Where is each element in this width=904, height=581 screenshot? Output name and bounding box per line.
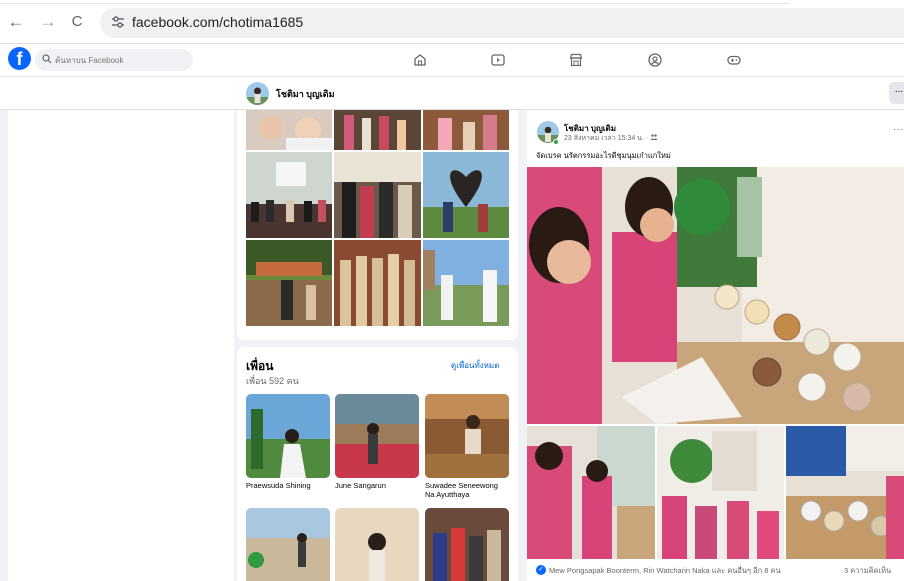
friend-photo[interactable]: [335, 508, 419, 581]
reactions-summary[interactable]: Mew Pongsapak Boonterm, Rin Watcharin Na…: [549, 565, 781, 577]
photo-thumbnail[interactable]: [423, 240, 509, 326]
friends-card: เพื่อน เพื่อน 592 คน ดูเพื่อนทั้งหมด Pra…: [237, 347, 518, 581]
friend-photo[interactable]: [246, 394, 330, 478]
marketplace-icon[interactable]: [568, 52, 584, 68]
more-options-button[interactable]: ...: [889, 82, 904, 104]
friend-name[interactable]: June Sangarun: [335, 481, 419, 490]
friend-tile[interactable]: [246, 508, 330, 581]
like-icon[interactable]: ✓: [536, 565, 546, 575]
post-image[interactable]: [786, 426, 904, 559]
post-image[interactable]: [657, 426, 784, 559]
facebook-logo[interactable]: f: [8, 47, 31, 70]
see-all-friends-link[interactable]: ดูเพื่อนทั้งหมด: [451, 359, 499, 372]
facebook-navbar: f: [0, 44, 904, 77]
reload-icon[interactable]: C: [67, 12, 87, 32]
url-text: facebook.com/chotima1685: [132, 14, 304, 30]
friend-photo[interactable]: [335, 394, 419, 478]
forward-icon[interactable]: →: [38, 12, 58, 32]
back-icon[interactable]: ←: [6, 12, 26, 32]
groups-icon[interactable]: [647, 52, 663, 68]
site-settings-icon[interactable]: [110, 14, 126, 30]
friend-photo[interactable]: [425, 394, 509, 478]
photo-thumbnail[interactable]: [334, 240, 421, 326]
photo-thumbnail[interactable]: [423, 110, 509, 150]
reactions-bar: ✓ Mew Pongsapak Boonterm, Rin Watcharin …: [527, 561, 904, 581]
photo-thumbnail[interactable]: [246, 240, 332, 326]
post-more-icon[interactable]: ···: [893, 124, 903, 135]
profile-name[interactable]: โชติมา บุญเดิม: [276, 87, 335, 101]
friend-photo[interactable]: [425, 508, 509, 581]
search-icon: [42, 54, 52, 64]
post-main-image[interactable]: [527, 167, 904, 424]
home-icon[interactable]: [412, 52, 428, 68]
friend-tile[interactable]: Suwadee Seneewong Na Ayutthaya: [425, 394, 509, 499]
avatar[interactable]: [246, 82, 269, 105]
video-icon[interactable]: [490, 52, 506, 68]
left-column: [8, 110, 234, 581]
browser-toolbar: ← → C facebook.com/chotima1685: [0, 0, 904, 44]
post-image[interactable]: [527, 426, 655, 559]
profile-sticky-header: โชติมา บุญเดิม ...: [0, 77, 904, 110]
post-text: จัดเบรค นรัตกรรมอะไรดีชุมนุมเก๋าแกใหม่: [536, 151, 671, 160]
photo-thumbnail[interactable]: [334, 152, 421, 238]
photos-card: [237, 110, 518, 340]
friend-tile[interactable]: Praewsuda Shining: [246, 394, 330, 490]
online-status-dot: [553, 139, 559, 145]
photo-thumbnail[interactable]: [246, 152, 332, 238]
friends-icon: [650, 134, 658, 140]
search-box[interactable]: [35, 49, 193, 71]
comments-count[interactable]: 3 ความคิดเห็น: [844, 565, 891, 577]
gaming-icon[interactable]: [726, 52, 742, 68]
friend-name[interactable]: Suwadee Seneewong Na Ayutthaya: [425, 481, 509, 499]
friends-count: เพื่อน 592 คน: [246, 376, 299, 386]
tab-strip-edge: [0, 0, 790, 4]
friend-tile[interactable]: [335, 508, 419, 581]
post-time[interactable]: 23 สิงหาคม เวลา 15:34 น. ·: [564, 135, 650, 142]
search-input[interactable]: [55, 52, 185, 68]
friend-tile[interactable]: [425, 508, 509, 581]
photo-thumbnail[interactable]: [334, 110, 421, 150]
friend-tile[interactable]: June Sangarun: [335, 394, 419, 490]
friend-name[interactable]: Praewsuda Shining: [246, 481, 330, 490]
photo-thumbnail[interactable]: [246, 110, 332, 150]
post-card: โชติมา บุญเดิม 23 สิงหาคม เวลา 15:34 น. …: [527, 110, 904, 581]
friend-photo[interactable]: [246, 508, 330, 581]
post-timestamp: 23 สิงหาคม เวลา 15:34 น. ·: [564, 133, 658, 144]
address-bar[interactable]: facebook.com/chotima1685: [100, 8, 904, 38]
photo-thumbnail[interactable]: [423, 152, 509, 238]
